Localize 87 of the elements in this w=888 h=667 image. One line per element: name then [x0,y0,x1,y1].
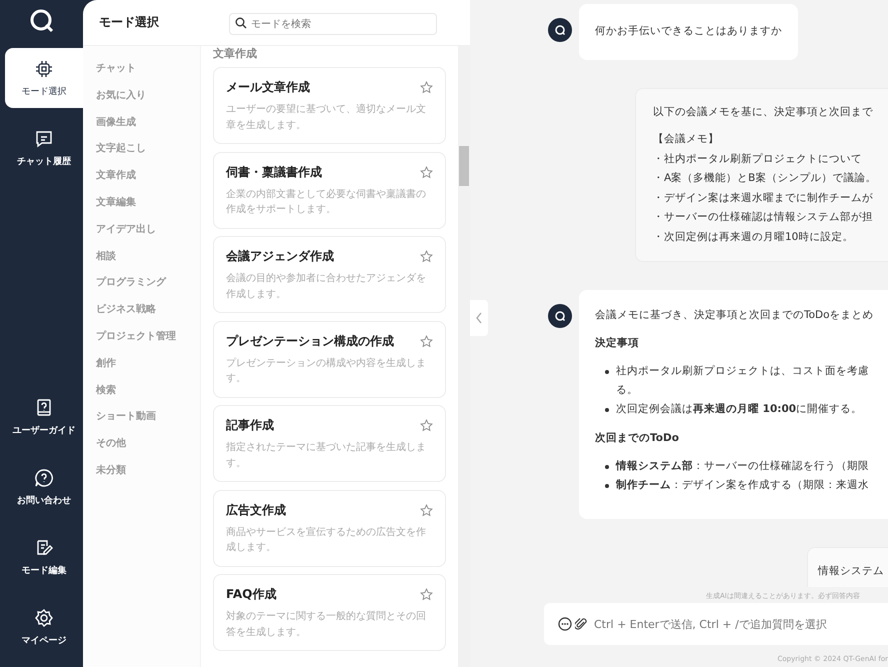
category-item[interactable]: 文章編集 [96,190,200,217]
section-title: 文章作成 [213,46,258,61]
nav-item[interactable]: マイページ [5,597,83,657]
mode-card[interactable]: FAQ作成 対象のテーマに関する一般的な質問とその回答を生成します。 [213,574,446,651]
message-text: ・デザイン案は来週水曜までに制作チームが [653,190,874,206]
message-text: 情報システム [818,564,885,578]
message-text: 以下の会議メモを基に、決定事項と次回まで [653,104,874,120]
category-item[interactable]: プロジェクト管理 [96,324,200,351]
assistant-avatar [548,304,572,328]
assistant-avatar [548,18,572,42]
bullet-text: 制作チーム：デザイン案を作成する（期限：来週水 [616,478,869,492]
scrollbar[interactable] [458,46,470,667]
card-title: メール文章作成 [226,79,310,96]
card-description: プレゼンテーションの構成や内容を生成します。 [226,356,427,386]
bullet-dot [605,484,609,488]
bullet-text: 次回定例会議は再来週の月曜 10:00に開催する。 [616,402,862,416]
message-text: 何かお手伝いできることはありますか [595,24,782,39]
message-text: ・次回定例は再来週の月曜10時に設定。 [653,230,854,244]
mode-card[interactable]: 伺書・稟議書作成 企業の内部文書として必要な伺書や稟議書の作成をサポートします。 [213,152,446,228]
category-item[interactable]: ショート動画 [96,404,200,432]
nav-item[interactable]: ユーザーガイド [5,387,83,447]
message-text: ・サーバーの仕様確認は情報システム部が担 [653,210,874,225]
chip-icon [34,58,54,78]
chat-icon [34,128,54,148]
message-heading: 次回までのToDo [595,430,680,444]
bullet-dot [605,464,609,468]
category-item[interactable]: アイデア出し [96,216,200,244]
mode-card[interactable]: メール文章作成 ユーザーの要望に基づいて、適切なメール文章を生成します。 [213,67,446,144]
panel-title: モード選択 [99,14,159,31]
message-text: 【会議メモ】 [653,132,720,147]
nav-item[interactable]: チャット履歴 [5,118,83,178]
star-icon[interactable] [420,81,433,94]
bullet-text: る。 [616,382,638,398]
more-icon[interactable] [558,617,572,631]
q-logo-icon [28,8,54,34]
question-bubble-icon [34,468,54,488]
star-icon[interactable] [420,588,433,601]
message-input-box[interactable]: Ctrl + Enterで送信, Ctrl + /で追加質問を選択 [544,603,888,645]
category-item[interactable]: 相談 [96,244,200,270]
mode-card[interactable]: 記事作成 指定されたテーマに基づいた記事を生成します。 [213,405,446,482]
star-icon[interactable] [420,504,433,516]
card-title: プレゼンテーション構成の作成 [226,332,394,350]
message-text: 会議メモに基づき、決定事項と次回までのToDoをまとめ [595,308,875,323]
star-icon[interactable] [420,250,433,263]
nav-item[interactable]: お問い合わせ [5,457,83,517]
category-item[interactable]: その他 [96,431,200,458]
bullet-text: 情報システム部：サーバーの仕様確認を行う（期限 [616,458,869,474]
card-description: 企業の内部文書として必要な伺書や稟議書の作成をサポートします。 [226,188,427,217]
card-title: 伺書・稟議書作成 [226,164,322,180]
category-item[interactable]: プログラミング [96,270,200,298]
category-item[interactable]: お気に入り [96,82,200,110]
card-title: 記事作成 [226,417,274,434]
card-description: 対象のテーマに関する一般的な質問とその回答を生成します。 [226,610,427,640]
nav-item[interactable]: モード編集 [5,527,83,587]
star-icon[interactable] [420,419,433,432]
category-item[interactable]: 未分類 [96,458,200,485]
message-text: ・社内ポータル刷新プロジェクトについて [653,152,863,166]
paperclip-icon[interactable] [575,617,587,631]
category-item[interactable]: ビジネス戦略 [96,297,200,324]
category-item[interactable]: 文字起こし [96,136,200,164]
bullet-text: 社内ポータル刷新プロジェクトは、コスト面を考慮 [616,364,869,378]
mode-card[interactable]: 会議アジェンダ作成 会議の目的や参加者に合わせたアジェンダを作成します。 [213,236,446,313]
message-text: ・A案（多機能）とB案（シンプル）で議論。 [653,171,878,186]
nav-item[interactable]: モード選択 [5,48,83,108]
mode-card[interactable]: 広告文作成 商品やサービスを宣伝するための広告文を作成します。 [213,490,446,566]
card-description: 会議の目的や参加者に合わせたアジェンダを作成します。 [226,272,427,302]
card-description: 指定されたテーマに基づいた記事を生成します。 [226,440,427,470]
chevron-left-icon [475,312,483,324]
card-title: 会議アジェンダ作成 [226,248,334,265]
card-title: FAQ作成 [226,586,276,603]
card-description: 商品やサービスを宣伝するための広告文を作成します。 [226,526,427,555]
category-item[interactable]: チャット [96,56,200,83]
card-description: ユーザーの要望に基づいて、適切なメール文章を生成します。 [226,102,427,132]
star-icon[interactable] [420,166,433,178]
bullet-dot [605,408,609,412]
category-item[interactable]: 創作 [96,350,200,378]
search-field[interactable]: モードを検索 [229,13,437,35]
collapse-button[interactable] [470,300,488,336]
category-item[interactable]: 文章作成 [96,163,200,190]
card-title: 広告文作成 [226,502,286,518]
settings-icon [34,608,54,628]
star-icon[interactable] [420,334,433,348]
message-heading: 決定事項 [595,336,640,350]
bullet-dot [605,370,609,374]
category-item[interactable]: 画像生成 [96,110,200,136]
category-item[interactable]: 検索 [96,378,200,404]
mode-card[interactable]: プレゼンテーション構成の作成 プレゼンテーションの構成や内容を生成します。 [213,320,446,398]
